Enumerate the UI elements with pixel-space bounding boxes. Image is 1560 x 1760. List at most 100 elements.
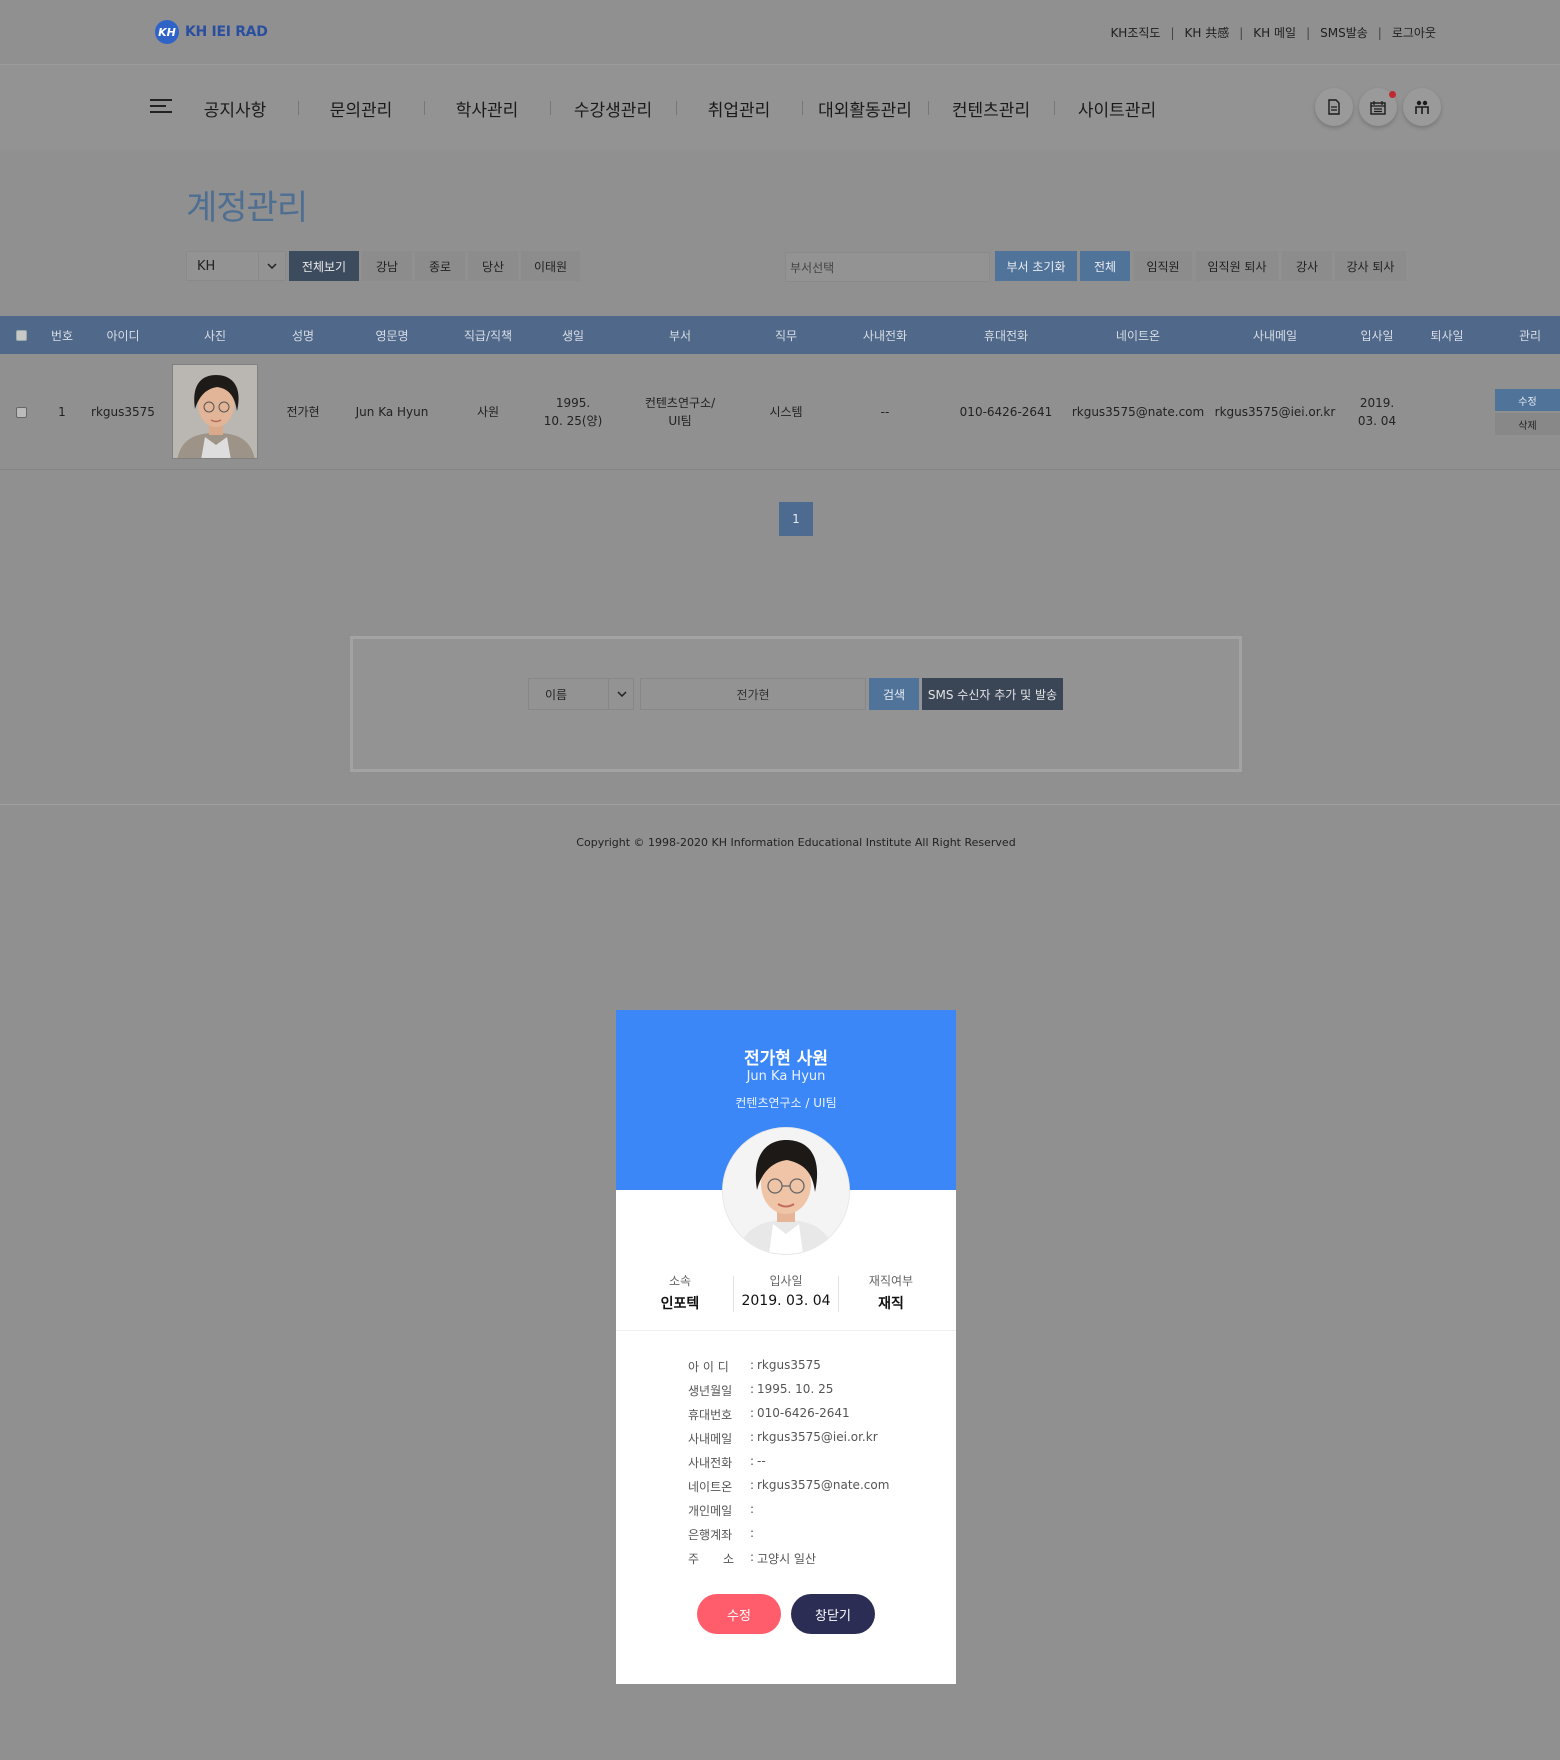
chevron-down-icon[interactable] — [258, 251, 286, 281]
cell-duty: 시스템 — [769, 405, 803, 419]
info-value: 010-6426-2641 — [757, 1406, 850, 1420]
col-nateon: 네이트온 — [1115, 328, 1161, 343]
filter-branch-all[interactable]: 전체보기 — [289, 251, 359, 281]
stat-join-date: 입사일 2019. 03. 04 — [736, 1272, 836, 1309]
col-duty: 직무 — [774, 328, 798, 343]
menu-icon[interactable] — [150, 99, 172, 115]
company-select-value: KH — [197, 258, 216, 274]
filter-branch-dangsan[interactable]: 당산 — [468, 251, 518, 281]
stat-join-label: 입사일 — [769, 1274, 803, 1288]
util-link-logout[interactable]: 로그아웃 — [1392, 24, 1436, 41]
search-field-chevron-icon[interactable] — [608, 678, 634, 710]
search-button[interactable]: 검색 — [869, 678, 919, 710]
col-position: 직급/직책 — [463, 328, 513, 343]
nav-item-external[interactable]: 대외활동관리 — [802, 96, 928, 121]
notification-dot — [1389, 91, 1396, 98]
row-edit-button[interactable]: 수정 — [1495, 389, 1560, 411]
util-link-mail[interactable]: KH 메일 — [1253, 24, 1296, 41]
filter-status-lecturer[interactable]: 강사 — [1282, 251, 1332, 281]
filter-status-lecturer-retired[interactable]: 강사 퇴사 — [1335, 251, 1406, 281]
info-key: 생년월일 — [688, 1384, 733, 1398]
col-office-phone: 사내전화 — [862, 328, 908, 343]
stat-join-value: 2019. 03. 04 — [741, 1293, 831, 1309]
logo-mark: KH — [155, 20, 179, 44]
filter-status-staff-retired[interactable]: 임직원 퇴사 — [1196, 251, 1278, 281]
sms-send-button[interactable]: SMS 수신자 추가 및 발송 — [922, 678, 1063, 710]
info-row-nateon: 네이트온: rkgus3575@nate.com — [688, 1478, 889, 1502]
info-value: 1995. 10. 25 — [757, 1382, 834, 1396]
info-key: 사내전화 — [688, 1456, 733, 1470]
col-photo: 사진 — [203, 328, 227, 343]
nav-item-inquiry[interactable]: 문의관리 — [298, 96, 424, 121]
stat-status-value: 재직 — [878, 1296, 904, 1312]
logo-text: KH IEI RAD — [185, 24, 268, 40]
profile-info-list: 아 이 디: rkgus3575 생년월일:1995. 10. 25 휴대번호:0… — [688, 1358, 889, 1574]
pagination-page-1[interactable]: 1 — [779, 502, 813, 536]
cell-position: 사원 — [476, 405, 500, 419]
cell-name: 전가현 — [286, 405, 320, 419]
info-key: 주 소 — [688, 1552, 735, 1566]
row-delete-button[interactable]: 삭제 — [1495, 413, 1560, 435]
dept-reset-button[interactable]: 부서 초기화 — [995, 251, 1077, 281]
nav-item-notice[interactable]: 공지사항 — [172, 96, 298, 121]
info-row-mobile: 휴대번호:010-6426-2641 — [688, 1406, 889, 1430]
filter-branch-jongno[interactable]: 종로 — [415, 251, 465, 281]
util-link-gonggam[interactable]: KH 共感 — [1185, 24, 1230, 41]
nav-item-employment[interactable]: 취업관리 — [676, 96, 802, 121]
info-row-office-phone: 사내전화: -- — [688, 1454, 889, 1478]
cell-id: rkgus3575 — [91, 405, 155, 419]
filter-branch-gangnam[interactable]: 강남 — [362, 251, 412, 281]
info-key: 아 이 디 — [688, 1360, 729, 1374]
filter-branch-itaewon[interactable]: 이태원 — [521, 251, 580, 281]
dept-select-input[interactable]: 부서선택 — [785, 252, 990, 282]
info-value: -- — [757, 1454, 766, 1468]
info-row-id: 아 이 디: rkgus3575 — [688, 1358, 889, 1382]
people-icon[interactable] — [1403, 88, 1441, 126]
info-row-birth: 생년월일:1995. 10. 25 — [688, 1382, 889, 1406]
select-all-checkbox[interactable] — [14, 316, 28, 354]
col-leave: 퇴사일 — [1430, 328, 1464, 343]
profile-close-button[interactable]: 창닫기 — [791, 1594, 875, 1634]
cell-join: 2019. 03. 04 — [1347, 354, 1407, 470]
search-field-value: 이름 — [545, 687, 568, 702]
profile-edit-button[interactable]: 수정 — [697, 1594, 781, 1634]
col-mobile: 휴대전화 — [983, 328, 1029, 343]
util-link-org[interactable]: KH조직도 — [1110, 24, 1160, 41]
util-link-sms[interactable]: SMS발송 — [1320, 24, 1368, 41]
col-dept: 부서 — [668, 328, 692, 343]
profile-modal: 전가현 사원 Jun Ka Hyun 컨텐츠연구소 / UI팀 소속 인포텍 입… — [616, 1010, 956, 1684]
profile-photo — [723, 1128, 849, 1254]
cell-number: 1 — [58, 405, 66, 419]
info-value: rkgus3575@nate.com — [757, 1478, 890, 1492]
dept-placeholder: 부서선택 — [790, 260, 835, 275]
cell-nateon: rkgus3575@nate.com — [1071, 405, 1205, 419]
cell-eng-name: Jun Ka Hyun — [355, 405, 429, 419]
stat-affiliation: 소속 인포텍 — [630, 1272, 730, 1313]
cell-dept: 컨텐츠연구소/ UI팀 — [630, 354, 730, 470]
profile-name-title: 전가현 사원 — [743, 1049, 829, 1069]
employee-photo[interactable] — [172, 364, 258, 459]
document-icon[interactable] — [1315, 88, 1353, 126]
nav-item-contents[interactable]: 컨텐츠관리 — [928, 96, 1054, 121]
filter-status-all[interactable]: 전체 — [1080, 251, 1130, 281]
cell-join-date: 03. 04 — [1357, 414, 1397, 428]
profile-eng-name: Jun Ka Hyun — [746, 1069, 826, 1084]
footer-divider — [0, 804, 1560, 805]
search-input[interactable]: 전가현 — [640, 678, 866, 710]
nav-item-academic[interactable]: 학사관리 — [424, 96, 550, 121]
nav-item-site[interactable]: 사이트관리 — [1054, 96, 1180, 121]
col-join: 입사일 — [1360, 328, 1394, 343]
stat-affiliation-value: 인포텍 — [660, 1296, 700, 1312]
logo[interactable]: KH KH IEI RAD — [155, 20, 268, 44]
top-bar: KH KH IEI RAD KH조직도 | KH 共感 | KH 메일 | SMS발송… — [0, 0, 1560, 64]
info-value: rkgus3575@iei.or.kr — [757, 1430, 878, 1444]
nav-item-students[interactable]: 수강생관리 — [550, 96, 676, 121]
col-name: 성명 — [291, 328, 315, 343]
stat-divider — [838, 1276, 839, 1312]
cell-dept-line1: 컨텐츠연구소/ — [644, 396, 716, 410]
filter-status-staff[interactable]: 임직원 — [1134, 251, 1192, 281]
stat-status-label: 재직여부 — [868, 1274, 914, 1288]
row-checkbox[interactable] — [14, 354, 28, 470]
info-row-email: 사내메일: rkgus3575@iei.or.kr — [688, 1430, 889, 1454]
cell-office-phone: -- — [880, 405, 890, 419]
